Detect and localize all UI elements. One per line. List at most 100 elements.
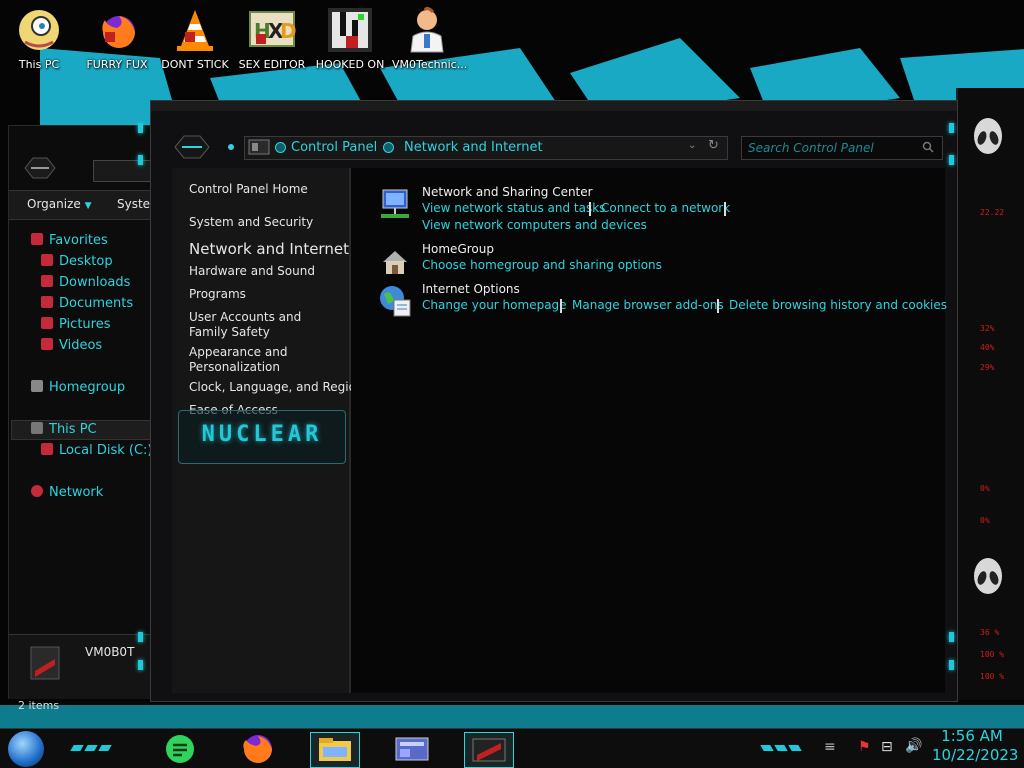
link-separator <box>724 202 726 216</box>
desktop-icon-furry-fux[interactable]: FURRY FUX <box>82 6 152 71</box>
alien-head-icon <box>974 558 1002 594</box>
link-view-network-status[interactable]: View network status and tasks <box>422 201 605 215</box>
homegroup-icon <box>31 380 43 392</box>
frame-accent-light <box>138 155 143 165</box>
link-view-network-computers[interactable]: View network computers and devices <box>422 218 647 232</box>
chevron-down-icon[interactable]: ⌄ <box>688 140 696 151</box>
link-hardware-sound[interactable]: Hardware and Sound <box>189 264 315 279</box>
nav-videos[interactable]: Videos <box>41 338 102 353</box>
search-input[interactable] <box>746 139 920 157</box>
left-pane: Control Panel Home System and Security N… <box>172 168 364 693</box>
nav-local-disk[interactable]: Local Disk (C:) <box>41 443 152 458</box>
hud-readout: 100 % <box>980 672 1005 681</box>
desktop-icon-vm0technic[interactable]: VM0Technic... <box>392 6 467 71</box>
wallpaper-stripe <box>0 705 1024 730</box>
link-appearance[interactable]: Appearance and Personalization <box>189 345 299 375</box>
svg-text:D: D <box>280 19 296 43</box>
system-properties-button[interactable]: Syste <box>117 197 150 211</box>
computer-name: VM0B0T <box>85 645 135 659</box>
clock[interactable]: 1:56 AM 10/22/2023 <box>932 727 1018 765</box>
desktop: This PC FURRY FUX DONT STICK HXD SEX EDI… <box>0 0 1024 768</box>
window-top-frame <box>151 101 957 111</box>
nav-label: Documents <box>59 296 134 311</box>
breadcrumb-separator-icon <box>383 142 394 153</box>
category-title-network-sharing[interactable]: Network and Sharing Center <box>422 185 593 199</box>
link-change-homepage[interactable]: Change your homepage <box>422 298 567 312</box>
explorer-address-bar[interactable] <box>93 160 153 182</box>
nav-homegroup[interactable]: Homegroup <box>31 380 125 395</box>
taskbar: ≡ ⚑ ⊟ 🔊 1:56 AM 10/22/2023 <box>0 727 1024 768</box>
link-user-accounts[interactable]: User Accounts and Family Safety <box>189 310 334 340</box>
start-orb-icon[interactable] <box>8 731 44 767</box>
link-homegroup-options[interactable]: Choose homegroup and sharing options <box>422 258 662 272</box>
vlc-cone-icon <box>171 6 219 54</box>
category-title-internet-options[interactable]: Internet Options <box>422 282 520 296</box>
network-tray-icon[interactable]: ⊟ <box>881 739 893 755</box>
link-delete-browsing-history[interactable]: Delete browsing history and cookies <box>729 298 947 312</box>
desktop-icon-label: DONT STICK <box>161 58 229 71</box>
screen-app-button[interactable] <box>464 732 514 768</box>
nav-desktop[interactable]: Desktop <box>41 254 113 269</box>
doctor-icon <box>403 6 451 54</box>
desktop-icon-hooked-on[interactable]: HOOKED ON <box>315 6 385 71</box>
hud-readout: 22.22 <box>980 208 1005 217</box>
nav-pictures[interactable]: Pictures <box>41 317 110 332</box>
control-panel-window[interactable]: Control Panel Network and Internet ⌄ ↻ C… <box>150 100 958 702</box>
nav-network[interactable]: Network <box>31 485 103 500</box>
link-programs[interactable]: Programs <box>189 287 246 302</box>
back-button-icon[interactable] <box>23 156 57 180</box>
nav-documents[interactable]: Documents <box>41 296 133 311</box>
frame-accent-light <box>138 660 143 670</box>
nav-downloads[interactable]: Downloads <box>41 275 130 290</box>
link-connect-to-network[interactable]: Connect to a network <box>601 201 730 215</box>
desktop-icon-label: FURRY FUX <box>86 58 148 71</box>
notes-app-icon <box>166 735 194 763</box>
desktop-icon-dont-stick[interactable]: DONT STICK <box>160 6 230 71</box>
breadcrumb-control-panel[interactable]: Control Panel <box>291 140 377 155</box>
explorer-window[interactable]: Organize ▼ Syste Favorites Desktop Downl… <box>8 125 153 699</box>
link-separator <box>560 299 562 313</box>
control-panel-small-icon <box>248 139 270 155</box>
desktop-icon-this-pc[interactable]: This PC <box>4 6 74 71</box>
search-icon[interactable] <box>922 141 934 153</box>
organize-menu[interactable]: Organize ▼ <box>27 197 92 211</box>
taskbar-decoration <box>70 739 130 759</box>
chevron-down-icon: ▼ <box>84 201 92 211</box>
details-pane: VM0B0T <box>9 634 151 699</box>
pictures-icon <box>41 317 53 329</box>
search-box[interactable] <box>741 136 943 160</box>
category-title-homegroup[interactable]: HomeGroup <box>422 242 494 256</box>
nav-favorites[interactable]: Favorites <box>31 233 108 248</box>
screen-app-icon <box>472 738 506 762</box>
star-icon <box>31 233 43 245</box>
hud-readout: 32% <box>980 324 995 333</box>
desktop-icon-label: This PC <box>18 58 60 71</box>
nav-label: Pictures <box>59 317 111 332</box>
nav-label: This PC <box>49 422 97 437</box>
volume-icon[interactable]: 🔊 <box>905 738 922 754</box>
link-manage-addons[interactable]: Manage browser add-ons <box>572 298 724 312</box>
download-icon <box>41 275 53 287</box>
action-center-flag-icon[interactable]: ⚑ <box>858 739 871 755</box>
desktop-icon-sex-editor[interactable]: HXD SEX EDITOR <box>237 6 307 71</box>
link-clock-language[interactable]: Clock, Language, and Region <box>189 380 364 395</box>
tray-overflow-icon[interactable]: ≡ <box>824 739 836 755</box>
back-button-icon[interactable] <box>173 134 211 160</box>
game-icon <box>326 6 374 54</box>
nuclear-widget-label: NUCLEAR <box>201 422 323 447</box>
firefox-taskbar-icon <box>243 735 272 763</box>
forward-button-icon[interactable] <box>228 144 234 150</box>
nav-label: Desktop <box>59 254 113 269</box>
notes-app-button[interactable] <box>156 732 204 766</box>
link-system-security[interactable]: System and Security <box>189 215 313 230</box>
file-explorer-button[interactable] <box>310 732 360 768</box>
nav-this-pc[interactable]: This PC <box>31 422 97 437</box>
firefox-taskbar-button[interactable] <box>234 732 282 766</box>
link-control-panel-home[interactable]: Control Panel Home <box>189 182 308 197</box>
address-bar[interactable]: Control Panel Network and Internet ⌄ ↻ <box>244 136 728 160</box>
nav-label: Favorites <box>49 233 108 248</box>
refresh-icon[interactable]: ↻ <box>708 138 719 153</box>
nav-label: Videos <box>59 338 103 353</box>
breadcrumb-network-internet[interactable]: Network and Internet <box>404 140 543 155</box>
control-panel-taskbar-button[interactable] <box>388 732 436 766</box>
